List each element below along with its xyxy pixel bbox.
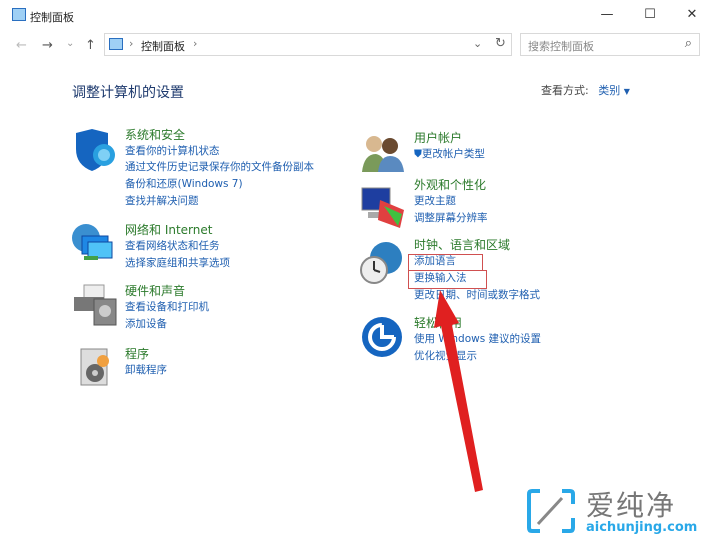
maximize-button[interactable]: ☐: [630, 4, 670, 26]
link[interactable]: 更改日期、时间或数字格式: [414, 287, 540, 304]
page-title: 调整计算机的设置: [72, 85, 184, 101]
category-title[interactable]: 系统和安全: [125, 126, 314, 143]
link[interactable]: 更改主题: [414, 193, 488, 210]
user-accounts-icon: [362, 136, 404, 172]
title-bar: 控制面板 — ☐ ✕: [0, 0, 718, 32]
control-panel-icon: [12, 8, 26, 21]
view-by-dropdown[interactable]: 类别: [598, 84, 620, 97]
recent-locations-button[interactable]: ⌄: [66, 38, 74, 49]
address-bar[interactable]: › 控制面板 › ⌄ ↻: [104, 33, 512, 56]
link[interactable]: 调整屏幕分辨率: [414, 210, 488, 227]
link[interactable]: 备份和还原(Windows 7): [125, 176, 314, 193]
refresh-icon[interactable]: ↻: [495, 36, 506, 51]
link[interactable]: 添加设备: [125, 316, 209, 333]
category-title[interactable]: 轻松使用: [414, 314, 541, 331]
link[interactable]: 查看设备和打印机: [125, 299, 209, 316]
window-title: 控制面板: [30, 11, 74, 24]
address-dropdown-icon[interactable]: ⌄: [473, 37, 482, 50]
category-user-accounts: 用户帐户 ⛊更改帐户类型: [414, 129, 485, 163]
forward-button[interactable]: →: [42, 38, 53, 53]
link[interactable]: 查看网络状态和任务: [125, 238, 230, 255]
category-title[interactable]: 用户帐户: [414, 129, 485, 146]
programs-icon: [80, 348, 109, 386]
view-by-label: 查看方式:: [541, 84, 589, 97]
minimize-button[interactable]: —: [587, 4, 627, 26]
search-icon[interactable]: ⌕: [685, 36, 692, 51]
link[interactable]: 更改帐户类型: [422, 148, 485, 160]
close-button[interactable]: ✕: [672, 4, 712, 26]
back-button[interactable]: ←: [16, 38, 27, 53]
clock-globe-icon: [360, 242, 402, 284]
watermark-name: 爱纯净: [586, 489, 677, 522]
search-input[interactable]: 搜索控制面板 ⌕: [520, 33, 700, 56]
link[interactable]: 卸载程序: [125, 362, 167, 379]
watermark-domain: aichunjing.com: [586, 520, 698, 535]
search-placeholder: 搜索控制面板: [528, 40, 594, 53]
watermark-logo: 爱纯净 aichunjing.com: [524, 484, 714, 540]
printer-icon: [74, 284, 117, 326]
category-appearance: 外观和个性化 更改主题 调整屏幕分辨率: [414, 176, 488, 227]
category-programs: 程序 卸载程序: [125, 345, 167, 379]
highlight-box: [408, 270, 487, 289]
shield-icon: [76, 129, 115, 171]
link[interactable]: 优化视觉显示: [414, 348, 541, 365]
breadcrumb-separator: ›: [129, 37, 134, 50]
category-title[interactable]: 网络和 Internet: [125, 221, 230, 238]
category-title[interactable]: 时钟、语言和区域: [414, 236, 540, 253]
category-hardware-sound: 硬件和声音 查看设备和打印机 添加设备: [125, 282, 209, 333]
appearance-icon: [361, 187, 404, 228]
category-title[interactable]: 硬件和声音: [125, 282, 209, 299]
category-ease-of-access: 轻松使用 使用 Windows 建议的设置 优化视觉显示: [414, 314, 541, 365]
breadcrumb-separator[interactable]: ›: [193, 37, 197, 50]
watermark-logo-icon: [527, 489, 575, 533]
category-network: 网络和 Internet 查看网络状态和任务 选择家庭组和共享选项: [125, 221, 230, 272]
breadcrumb-control-panel[interactable]: 控制面板: [141, 38, 185, 54]
link[interactable]: 使用 Windows 建议的设置: [414, 331, 541, 348]
ease-of-access-icon: [362, 317, 402, 357]
category-title[interactable]: 程序: [125, 345, 167, 362]
link[interactable]: 通过文件历史记录保存你的文件备份副本: [125, 159, 314, 176]
network-icon: [72, 224, 113, 260]
highlight-box: [408, 254, 483, 271]
category-system-security: 系统和安全 查看你的计算机状态 通过文件历史记录保存你的文件备份副本 备份和还原…: [125, 126, 314, 210]
view-by: 查看方式: 类别 ▼: [541, 82, 630, 98]
link[interactable]: 选择家庭组和共享选项: [125, 255, 230, 272]
control-panel-icon: [109, 38, 123, 50]
up-button[interactable]: ↑: [85, 38, 96, 53]
link[interactable]: 查找并解决问题: [125, 193, 314, 210]
category-title[interactable]: 外观和个性化: [414, 176, 488, 193]
uac-shield-icon: ⛊: [414, 148, 422, 160]
link[interactable]: 查看你的计算机状态: [125, 143, 314, 160]
chevron-down-icon[interactable]: ▼: [624, 87, 630, 96]
